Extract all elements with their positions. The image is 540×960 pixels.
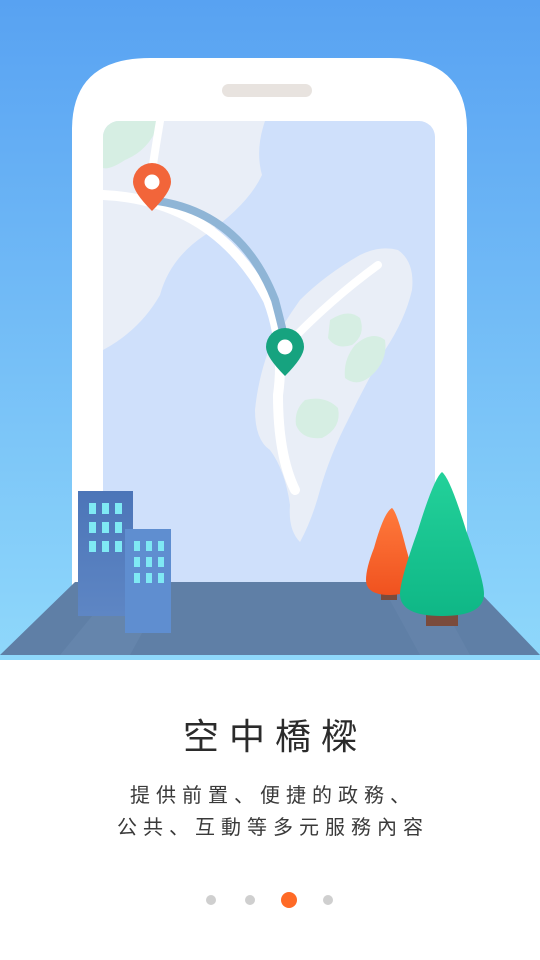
page-dot-3-active[interactable] [281,892,297,908]
description-line-2: 公共、互動等多元服務內容 [117,815,429,839]
hero-illustration [0,0,540,660]
page-title: 空中橋樑 [182,717,367,758]
page-dot-2[interactable] [245,895,255,905]
page-indicator [0,890,540,910]
page-dot-1[interactable] [206,895,216,905]
page-dot-4[interactable] [323,895,333,905]
phone-speaker [222,84,312,97]
description-line-1: 提供前置、便捷的政務、 [130,783,416,807]
